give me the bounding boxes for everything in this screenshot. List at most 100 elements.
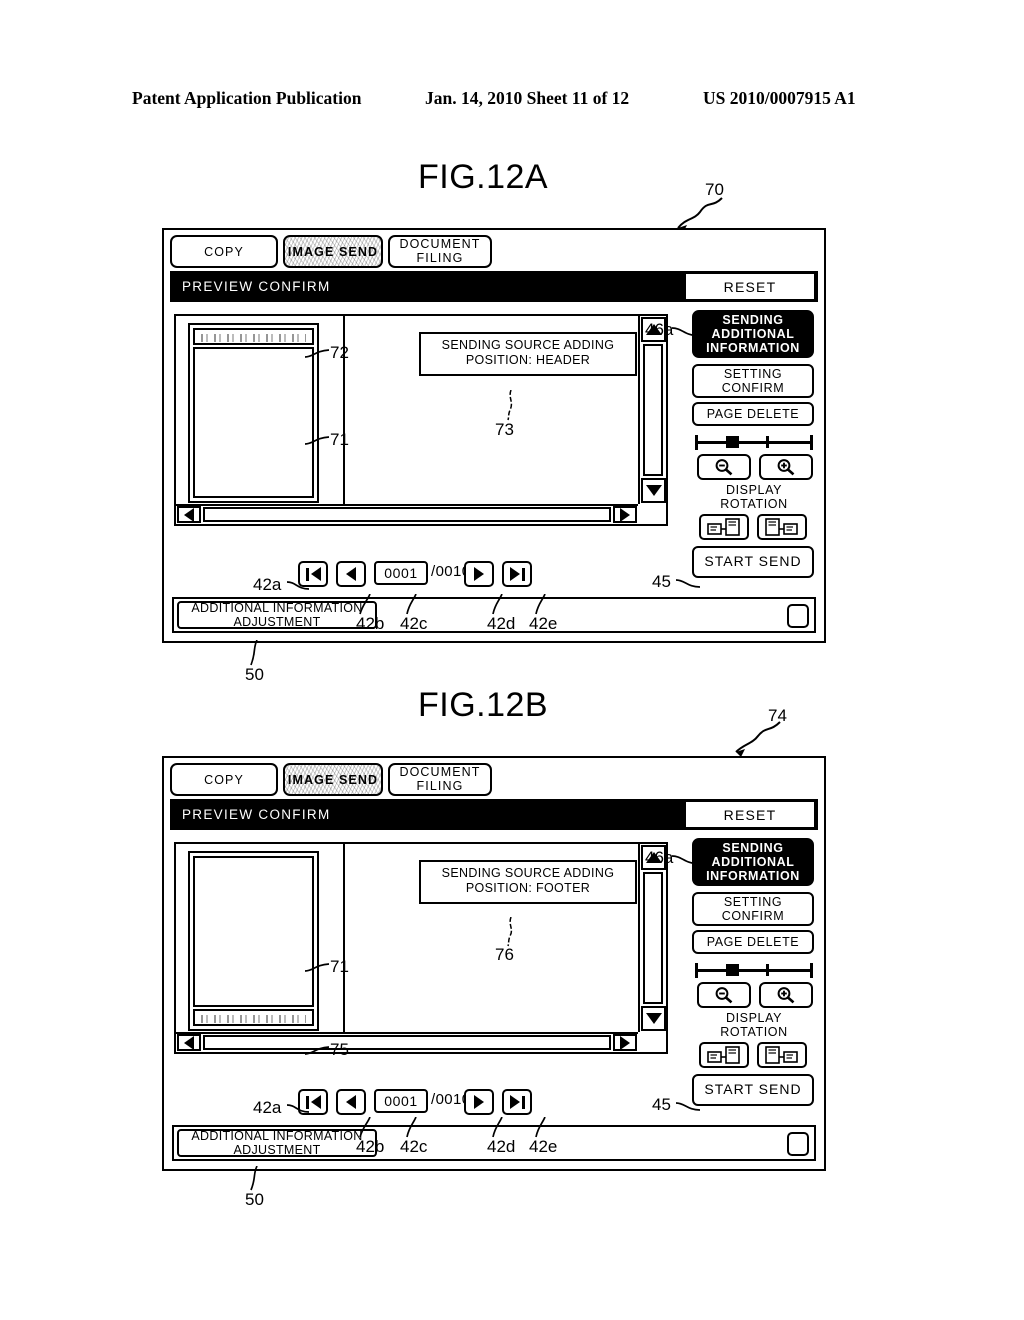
square-indicator-button-b[interactable] [787,1132,809,1156]
zoom-slider-12a[interactable] [694,434,814,450]
callout-line1-b: SENDING SOURCE ADDING [441,866,615,880]
triangle-down-icon-b [645,1013,662,1024]
reset-button-b[interactable]: RESET [686,802,814,827]
zoom-button-row-12b [695,982,815,1008]
zoom-button-row-12a [695,454,815,480]
leader-42b-b [359,1117,371,1138]
page-thumbnail-12a [188,323,319,503]
zoom-out-icon-b [715,987,733,1004]
previous-page-button[interactable] [336,561,366,587]
sending-additional-information-button[interactable]: SENDING ADDITIONAL INFORMATION [692,310,814,358]
setting-line1: SETTING [723,367,783,381]
next-page-button[interactable] [464,561,494,587]
tab-document-filing-b[interactable]: DOCUMENT FILING [388,763,492,796]
tab-image-send[interactable]: IMAGE SEND [283,235,383,268]
previous-page-button-b[interactable] [336,1089,366,1115]
last-page-button[interactable] [502,561,532,587]
next-page-button-b[interactable] [464,1089,494,1115]
tab-image-send-b[interactable]: IMAGE SEND [283,763,383,796]
slider-knob-b[interactable] [726,964,739,976]
tab-copy[interactable]: COPY [170,235,278,268]
ref-50a: 50 [245,665,264,684]
additional-information-adjustment-button-b[interactable]: ADDITIONAL INFORMATION ADJUSTMENT [177,1129,377,1157]
tab-document-filing[interactable]: DOCUMENT FILING [388,235,492,268]
scroll-right-button[interactable] [613,506,637,523]
tab-copy-b[interactable]: COPY [170,763,278,796]
rotate-left-button-b[interactable] [699,1042,749,1068]
horizontal-scrollbar-12a[interactable] [176,504,638,524]
last-page-icon-b [509,1095,525,1109]
horizontal-scroll-track-b[interactable] [203,1035,611,1050]
reset-button[interactable]: RESET [686,274,814,299]
scroll-down-button[interactable] [641,478,666,503]
last-page-button-b[interactable] [502,1089,532,1115]
ref-73: 73 [495,420,514,439]
leader-42c-b [406,1117,417,1138]
tab-image-send-label-b: IMAGE SEND [287,772,379,787]
vertical-scrollbar-12a[interactable] [638,316,666,504]
ref-42b: 42b [356,614,385,633]
additional-information-adjustment-button[interactable]: ADDITIONAL INFORMATION ADJUSTMENT [177,601,377,629]
page-thumbnail-12b [188,851,319,1031]
rotate-left-icon [707,518,740,536]
horizontal-scroll-track[interactable] [203,507,611,522]
scroll-right-button-b[interactable] [613,1034,637,1051]
slider-rail-b [696,969,812,972]
page-delete-label: PAGE DELETE [706,407,800,421]
page-delete-button[interactable]: PAGE DELETE [692,402,814,426]
scroll-left-button-b[interactable] [177,1034,201,1051]
setting-confirm-button-b[interactable]: SETTING CONFIRM [692,892,814,926]
square-indicator-button[interactable] [787,604,809,628]
zoom-out-button[interactable] [697,454,751,480]
leader-75 [305,1046,330,1055]
slider-knob[interactable] [726,436,739,448]
sending-line3-b: INFORMATION [706,869,800,883]
figure-title-12a: FIG.12A [418,158,549,196]
thumbnail-pane-12b[interactable] [176,844,345,1052]
ref-42a: 42a [253,575,282,594]
leader-46a [672,327,699,337]
rotate-right-button-b[interactable] [757,1042,807,1068]
start-send-button[interactable]: START SEND [692,546,814,578]
adjust-line2: ADJUSTMENT [233,615,321,629]
zoom-in-icon-b [777,987,795,1004]
title-bar-12a: PREVIEW CONFIRM RESET [170,271,818,302]
current-page-field[interactable]: 0001 [374,561,428,585]
publication-label: Patent Application Publication [132,88,362,108]
vertical-scroll-track[interactable] [643,344,663,476]
date-sheet-label: Jan. 14, 2010 Sheet 11 of 12 [425,88,630,108]
current-page-field-b[interactable]: 0001 [374,1089,428,1113]
zoom-in-button[interactable] [759,454,813,480]
zoom-out-icon [715,459,733,476]
ref-42d-b: 42d [487,1137,516,1156]
sending-line2: ADDITIONAL [711,327,795,341]
leader-arrow-74 [735,721,781,757]
display-rotation-label: DISPLAY ROTATION [692,483,816,511]
sending-additional-information-button-b[interactable]: SENDING ADDITIONAL INFORMATION [692,838,814,886]
page-body-71 [193,347,314,498]
zoom-slider-12b[interactable] [694,962,814,978]
reset-button-label-b: RESET [723,806,777,823]
zoom-in-button-b[interactable] [759,982,813,1008]
page-delete-button-b[interactable]: PAGE DELETE [692,930,814,954]
setting-confirm-button[interactable]: SETTING CONFIRM [692,364,814,398]
leader-45 [676,579,701,588]
start-send-button-b[interactable]: START SEND [692,1074,814,1106]
ref-46a: 46a [645,320,674,339]
rotate-right-button[interactable] [757,514,807,540]
vertical-scrollbar-12b[interactable] [638,844,666,1032]
sending-line1: SENDING [722,313,784,327]
tab-copy-label: COPY [204,244,244,259]
detail-pane-12a: SENDING SOURCE ADDING POSITION: HEADER [345,316,638,504]
title-bar-12b: PREVIEW CONFIRM RESET [170,799,818,830]
slider-rail [696,441,812,444]
ref-42c: 42c [400,614,428,633]
vertical-scroll-track-b[interactable] [643,872,663,1004]
page-body-71-b [193,856,314,1007]
rotate-left-button[interactable] [699,514,749,540]
scroll-down-button-b[interactable] [641,1006,666,1031]
horizontal-scrollbar-12b[interactable] [176,1032,638,1052]
scroll-left-button[interactable] [177,506,201,523]
slider-end-right-b [810,963,813,978]
zoom-out-button-b[interactable] [697,982,751,1008]
